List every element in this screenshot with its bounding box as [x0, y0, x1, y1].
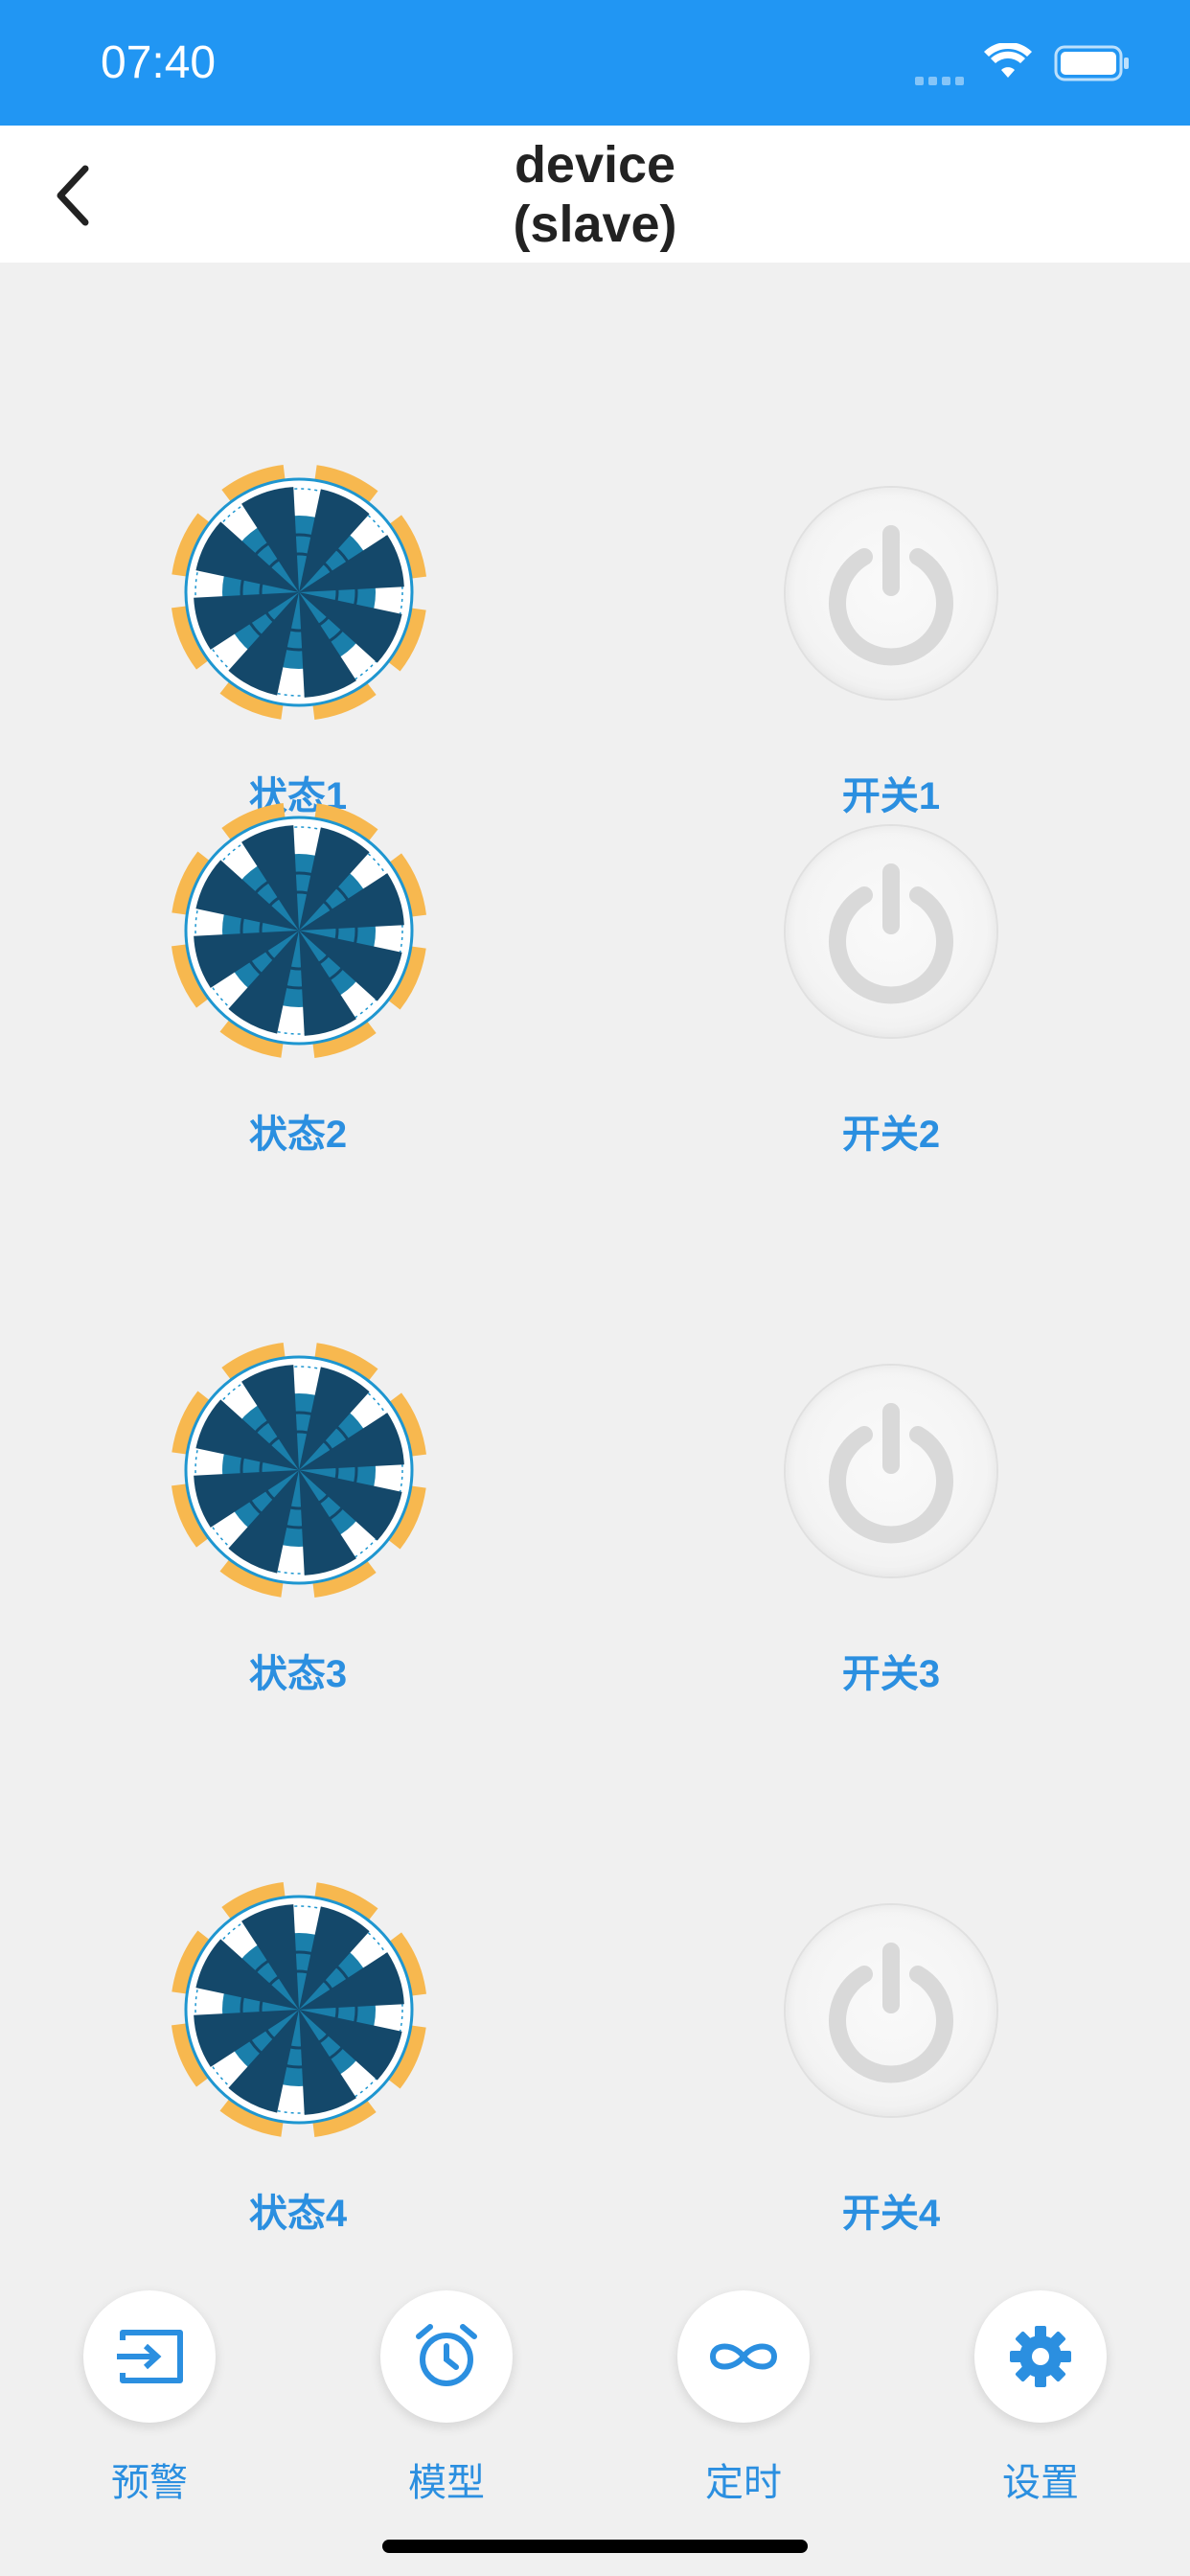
- page-title: device: [514, 136, 676, 194]
- device-grid: 状态1 开关1 状态2 开关2 状态3 开关3 状态4 开关4: [0, 263, 1190, 2262]
- switch-label: 开关4: [841, 2193, 941, 2235]
- cellular-signal-icon: [915, 73, 969, 90]
- wifi-icon: [984, 43, 1032, 78]
- infinity-icon: [709, 2343, 778, 2370]
- tab-warning[interactable]: 预警: [67, 2290, 220, 2520]
- tab-timer[interactable]: 定时: [661, 2290, 814, 2520]
- status-pinwheel-icon[interactable]: [171, 802, 427, 1059]
- tab-label: 设置: [1002, 2462, 1079, 2504]
- device-row: 状态3 开关3: [0, 1140, 1190, 1695]
- power-switch-button[interactable]: [786, 1905, 996, 2116]
- status-time: 07:40: [101, 37, 217, 88]
- tab-settings[interactable]: 设置: [958, 2290, 1111, 2520]
- device-row: 状态2 开关2: [0, 601, 1190, 1156]
- tab-label: 定时: [705, 2462, 782, 2504]
- bottom-toolbar: 预警 模型 定时 设置: [0, 2262, 1190, 2576]
- battery-icon: [1054, 45, 1129, 81]
- tab-model[interactable]: 模型: [364, 2290, 517, 2520]
- status-bar: 07:40: [0, 0, 1190, 126]
- alarm-clock-icon: [416, 2324, 477, 2386]
- login-icon: [117, 2330, 183, 2383]
- device-row: 状态4 开关4: [0, 1680, 1190, 2235]
- page-subtitle: (slave): [513, 196, 677, 253]
- power-icon: [829, 1943, 953, 2083]
- tab-label: 模型: [408, 2462, 485, 2504]
- power-switch-button[interactable]: [786, 826, 996, 1037]
- status-label: 状态4: [248, 2193, 348, 2235]
- tab-label: 预警: [111, 2462, 188, 2504]
- power-switch-button[interactable]: [786, 1366, 996, 1576]
- home-indicator: [382, 2540, 808, 2553]
- status-pinwheel-icon[interactable]: [171, 1342, 427, 1598]
- power-icon: [829, 1403, 953, 1544]
- gear-icon: [1010, 2326, 1071, 2387]
- power-icon: [829, 863, 953, 1004]
- navigation-bar: device (slave): [0, 126, 1190, 263]
- status-pinwheel-icon[interactable]: [171, 1881, 427, 2138]
